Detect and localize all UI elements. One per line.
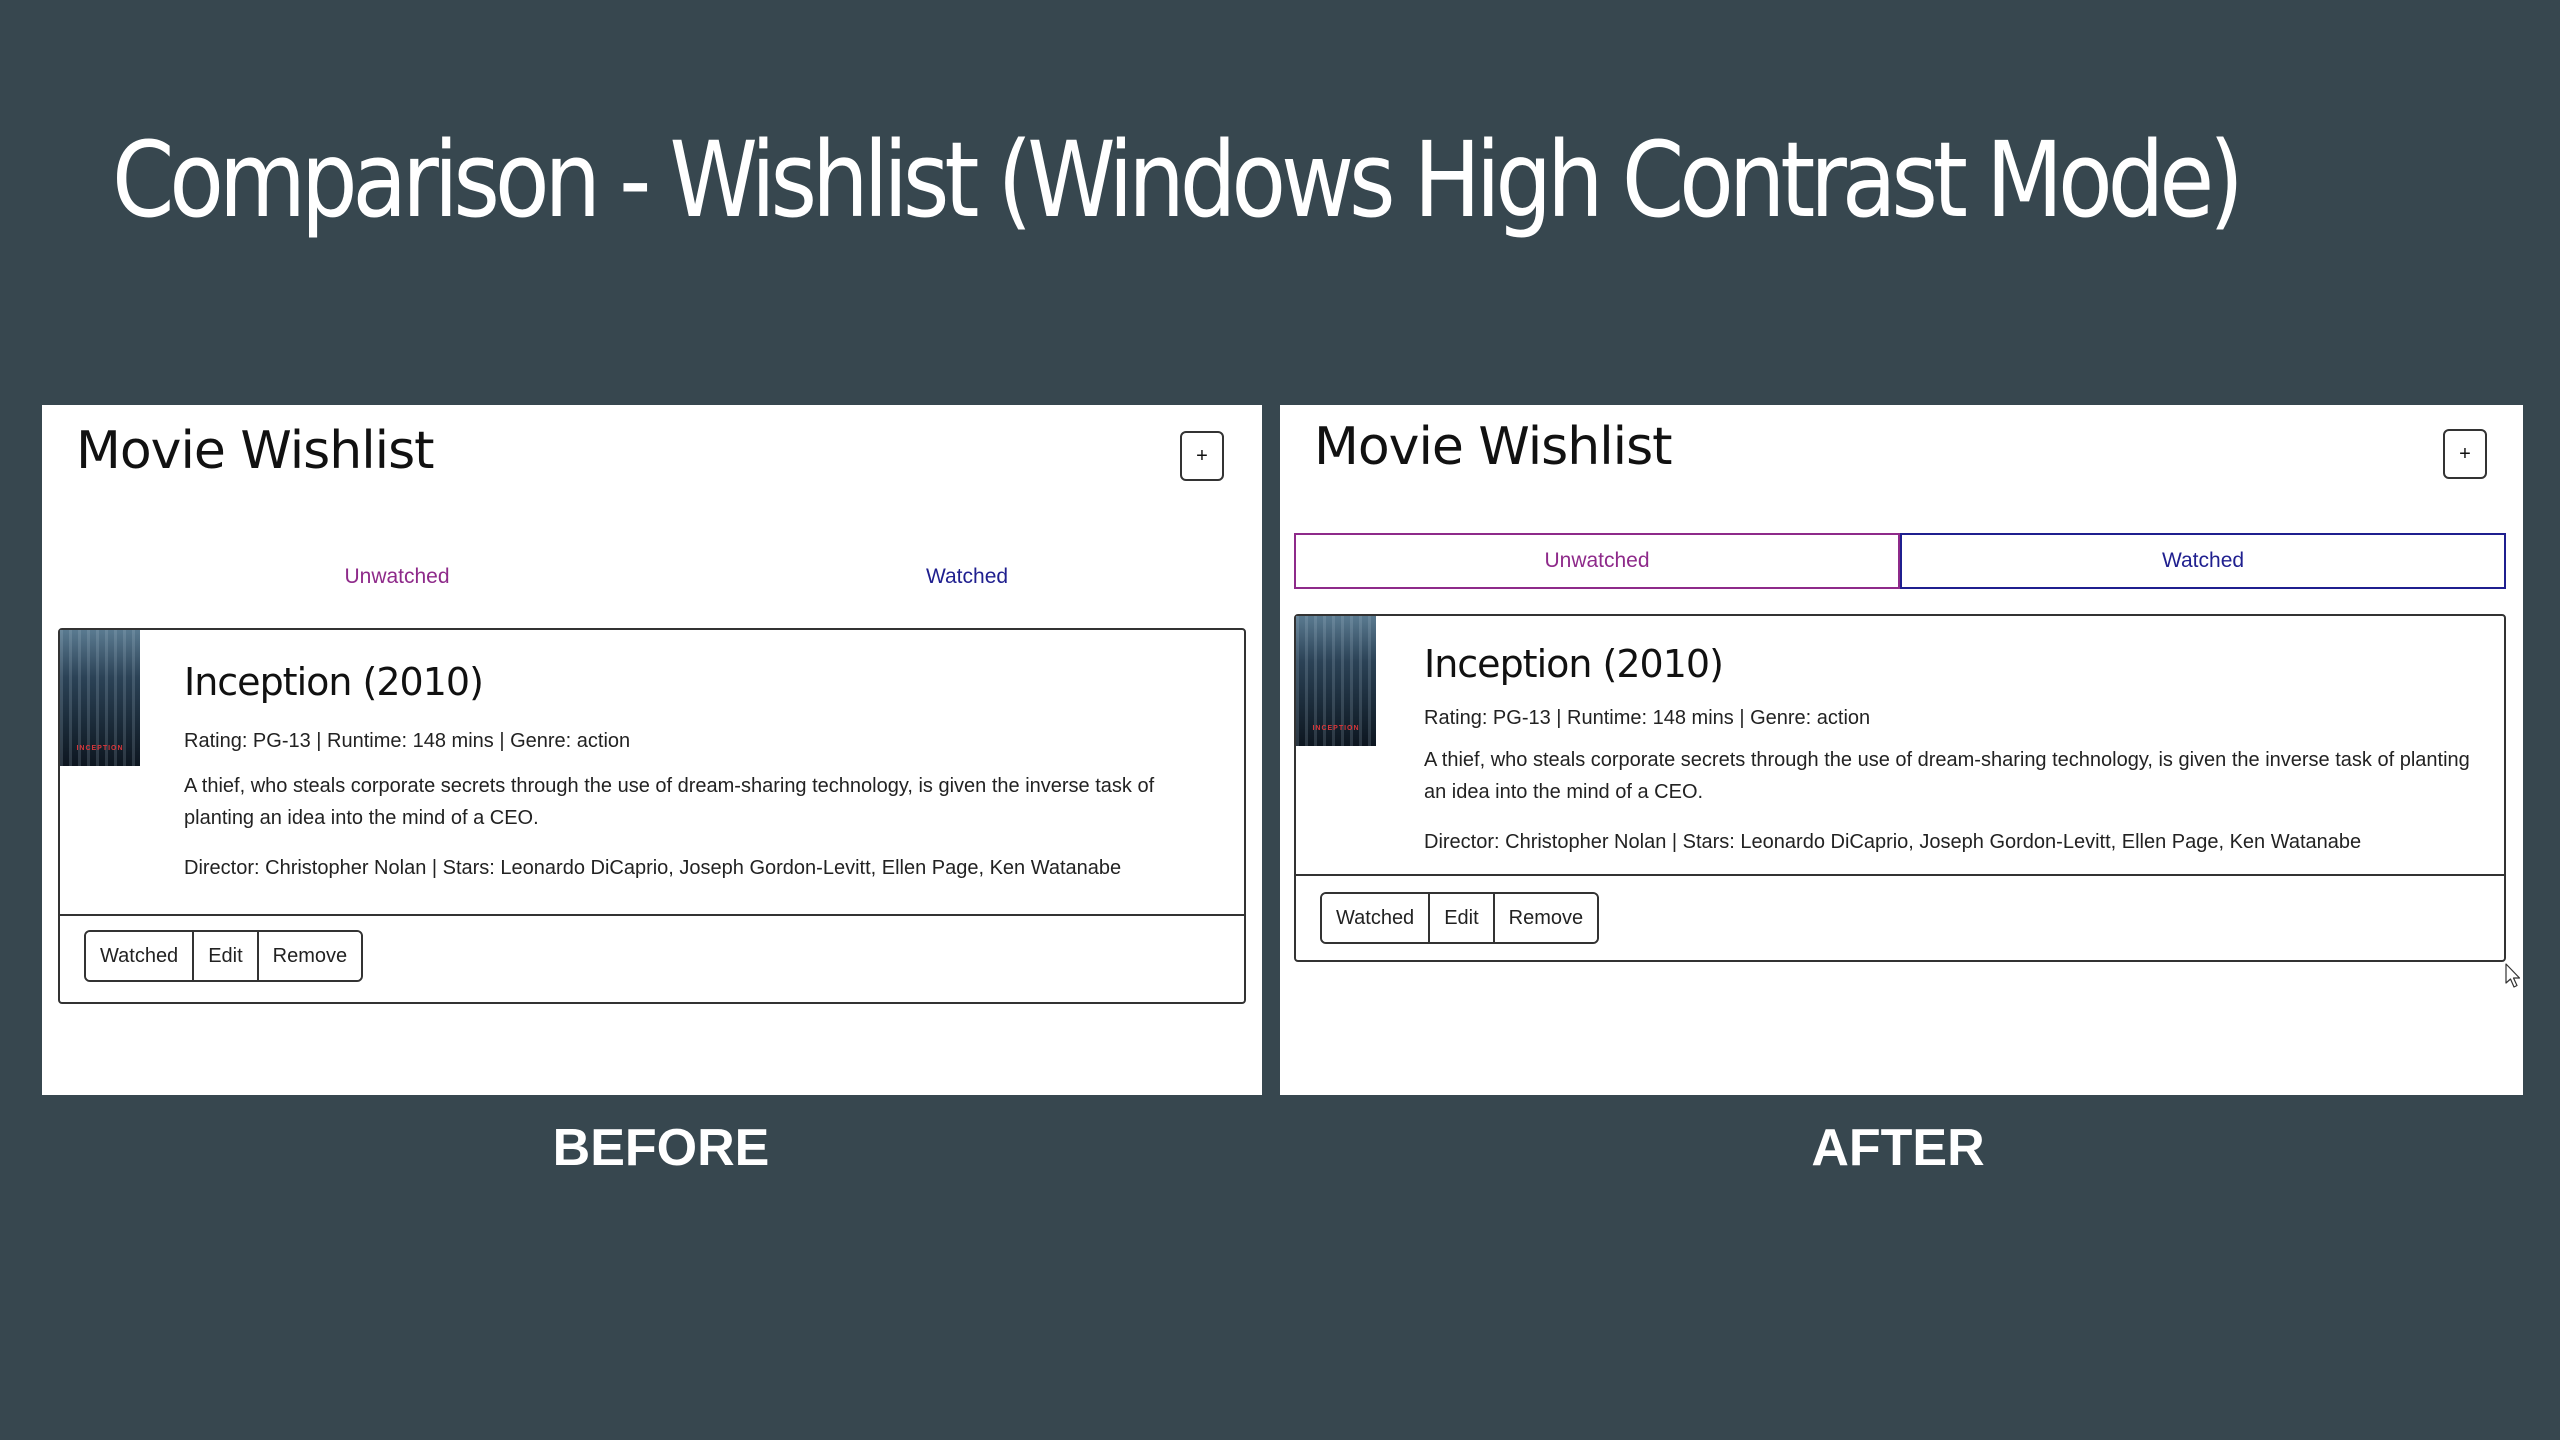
before-caption: BEFORE bbox=[552, 1119, 770, 1177]
mark-watched-button[interactable]: Watched bbox=[86, 932, 195, 980]
remove-button[interactable]: Remove bbox=[1494, 894, 1598, 942]
movie-poster-image: INCEPTION bbox=[1296, 616, 1376, 746]
tab-watched[interactable]: Watched bbox=[742, 557, 1192, 597]
movie-title: Inception (2010) bbox=[184, 660, 484, 704]
app-title: Movie Wishlist bbox=[76, 421, 435, 481]
movie-meta: Rating: PG-13 | Runtime: 148 mins | Genr… bbox=[184, 730, 631, 752]
movie-action-buttons: Watched Edit Remove bbox=[84, 930, 364, 982]
movie-credits: Director: Christopher Nolan | Stars: Leo… bbox=[184, 857, 1122, 879]
remove-button[interactable]: Remove bbox=[258, 932, 362, 980]
app-title: Movie Wishlist bbox=[1314, 417, 1673, 477]
movie-title: Inception (2010) bbox=[1424, 642, 1724, 686]
poster-logo-text: INCEPTION bbox=[1312, 725, 1360, 732]
edit-button[interactable]: Edit bbox=[1430, 894, 1495, 942]
movie-card-body: INCEPTION Inception (2010) Rating: PG-13… bbox=[60, 630, 1244, 916]
mark-watched-button[interactable]: Watched bbox=[1322, 894, 1431, 942]
slide-title: Comparison - Wishlist (Windows High Cont… bbox=[112, 119, 2244, 241]
movie-card-body: INCEPTION Inception (2010) Rating: PG-13… bbox=[1296, 616, 2504, 876]
after-caption: AFTER bbox=[1811, 1119, 1985, 1177]
movie-action-buttons: Watched Edit Remove bbox=[1320, 892, 1600, 944]
movie-card: INCEPTION Inception (2010) Rating: PG-13… bbox=[1294, 614, 2506, 962]
before-screenshot-panel: Movie Wishlist + Unwatched Watched INCEP… bbox=[42, 405, 1262, 1095]
add-movie-button[interactable]: + bbox=[1180, 431, 1224, 481]
after-screenshot-panel: Movie Wishlist + Unwatched Watched INCEP… bbox=[1280, 405, 2523, 1095]
movie-poster-image: INCEPTION bbox=[60, 630, 140, 766]
movie-description: A thief, who steals corporate secrets th… bbox=[1424, 749, 2470, 803]
tab-unwatched[interactable]: Unwatched bbox=[1294, 533, 1900, 589]
tab-watched[interactable]: Watched bbox=[1900, 533, 2506, 589]
movie-credits: Director: Christopher Nolan | Stars: Leo… bbox=[1424, 831, 2362, 853]
add-movie-button[interactable]: + bbox=[2443, 429, 2487, 479]
edit-button[interactable]: Edit bbox=[194, 932, 259, 980]
movie-card: INCEPTION Inception (2010) Rating: PG-13… bbox=[58, 628, 1246, 1004]
poster-logo-text: INCEPTION bbox=[76, 745, 124, 752]
movie-description: A thief, who steals corporate secrets th… bbox=[184, 775, 1155, 829]
mouse-pointer-icon bbox=[2505, 963, 2521, 988]
tab-unwatched[interactable]: Unwatched bbox=[172, 557, 622, 597]
movie-meta: Rating: PG-13 | Runtime: 148 mins | Genr… bbox=[1424, 707, 1871, 729]
